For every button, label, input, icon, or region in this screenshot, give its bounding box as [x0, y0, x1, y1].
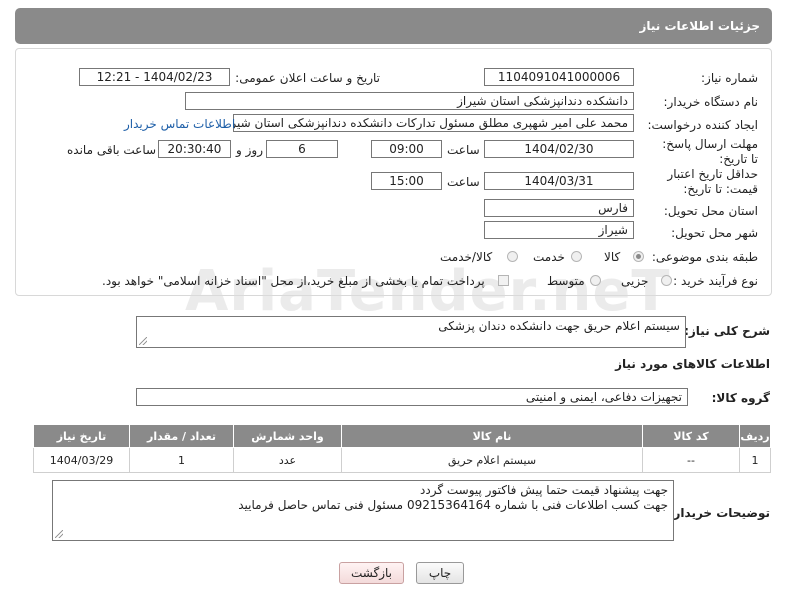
description-text: سیستم اعلام حریق جهت دانشکده دندان پزشکی	[438, 319, 680, 333]
col-row-number: ردیف	[739, 424, 771, 448]
validity-time-field: 15:00	[371, 172, 442, 190]
col-quantity: تعداد / مقدار	[129, 424, 234, 448]
buyer-org-label: نام دستگاه خریدار:	[663, 95, 759, 109]
goods-group-field: تجهیزات دفاعی، ایمنی و امنیتی	[136, 388, 688, 406]
buyer-notes-line-2: جهت کسب اطلاعات فنی با شماره 09215364164…	[238, 498, 668, 512]
print-button[interactable]: چاپ	[416, 562, 464, 584]
deadline-label: مهلت ارسال پاسخ: تا تاریخ:	[662, 137, 758, 166]
treasury-payment-note: پرداخت تمام یا بخشی از مبلغ خرید،از محل …	[102, 274, 485, 288]
days-label: روز و	[236, 143, 263, 157]
announce-datetime-field: 1404/02/23 - 12:21	[79, 68, 230, 86]
deadline-time-field: 09:00	[371, 140, 442, 158]
goods-section-title: اطلاعات کالاهای مورد نیاز	[615, 357, 770, 371]
requester-field: محمد علی امیر شهپری مطلق مسئول تدارکات د…	[233, 114, 634, 132]
validity-label: حداقل تاریخ اعتبار قیمت: تا تاریخ:	[667, 167, 758, 196]
deadline-date-field: 1404/02/30	[484, 140, 634, 158]
buyer-notes-line-1: جهت پیشنهاد قیمت حتما پیش فاکتور پیوست گ…	[420, 483, 668, 497]
col-need-date: تاریخ نیاز	[33, 424, 130, 448]
process-radio-minor[interactable]	[661, 275, 672, 286]
process-label: نوع فرآیند خرید :	[673, 274, 758, 288]
cell-item-name: سیستم اعلام حریق	[341, 447, 643, 473]
process-radio-medium[interactable]	[590, 275, 601, 286]
cell-item-code: --	[642, 447, 740, 473]
remaining-time-label: ساعت باقی مانده	[67, 143, 157, 157]
province-label: استان محل تحویل:	[663, 204, 758, 218]
description-label: شرح کلی نیاز:	[684, 324, 770, 338]
page-header: جزئیات اطلاعات نیاز	[15, 8, 772, 44]
city-label: شهر محل تحویل:	[671, 226, 758, 240]
col-item-name: نام کالا	[341, 424, 643, 448]
resize-grip-icon[interactable]	[55, 530, 63, 538]
remaining-days-field: 6	[266, 140, 338, 158]
cell-need-date: 1404/03/29	[33, 447, 130, 473]
category-option-goods-service: کالا/خدمت	[440, 250, 493, 264]
back-button[interactable]: بازگشت	[339, 562, 404, 584]
category-radio-service[interactable]	[571, 251, 582, 262]
province-field: فارس	[484, 199, 634, 217]
cell-unit: عدد	[233, 447, 342, 473]
buyer-notes-label: توضیحات خریدار:	[668, 506, 770, 520]
category-radio-goods-service[interactable]	[507, 251, 518, 262]
category-label: طبقه بندی موضوعی:	[651, 250, 758, 264]
need-number-field: 1104091041000006	[484, 68, 634, 86]
category-option-service: خدمت	[533, 250, 565, 264]
buyer-org-field: دانشکده دندانپزشکی استان شیراز	[185, 92, 634, 110]
remaining-time-field: 20:30:40	[158, 140, 231, 158]
description-textarea[interactable]: سیستم اعلام حریق جهت دانشکده دندان پزشکی	[136, 316, 686, 348]
col-item-code: کد کالا	[642, 424, 740, 448]
buyer-contact-link[interactable]: اطلاعات تماس خریدار	[124, 116, 235, 132]
cell-row-number: 1	[739, 447, 771, 473]
validity-date-field: 1404/03/31	[484, 172, 634, 190]
process-option-medium: متوسط	[547, 274, 585, 288]
need-number-label: شماره نیاز:	[701, 71, 758, 85]
city-field: شیراز	[484, 221, 634, 239]
buyer-notes-textarea[interactable]: جهت پیشنهاد قیمت حتما پیش فاکتور پیوست گ…	[52, 480, 674, 541]
cell-quantity: 1	[129, 447, 234, 473]
resize-grip-icon[interactable]	[139, 337, 147, 345]
deadline-time-label: ساعت	[447, 143, 480, 157]
goods-table-header: ردیف کد کالا نام کالا واحد شمارش تعداد /…	[33, 424, 771, 448]
goods-group-label: گروه کالا:	[711, 391, 770, 405]
process-option-minor: جزیی	[621, 274, 649, 288]
goods-table: ردیف کد کالا نام کالا واحد شمارش تعداد /…	[33, 424, 771, 473]
treasury-payment-checkbox[interactable]	[498, 275, 509, 286]
col-unit: واحد شمارش	[233, 424, 342, 448]
announce-label: تاریخ و ساعت اعلان عمومی:	[235, 71, 380, 85]
page-title: جزئیات اطلاعات نیاز	[639, 19, 760, 33]
category-option-goods: کالا	[604, 250, 621, 264]
requester-label: ایجاد کننده درخواست:	[647, 118, 758, 132]
table-row: 1 -- سیستم اعلام حریق عدد 1 1404/03/29	[33, 447, 771, 473]
validity-time-label: ساعت	[447, 175, 480, 189]
category-radio-goods[interactable]	[633, 251, 644, 262]
